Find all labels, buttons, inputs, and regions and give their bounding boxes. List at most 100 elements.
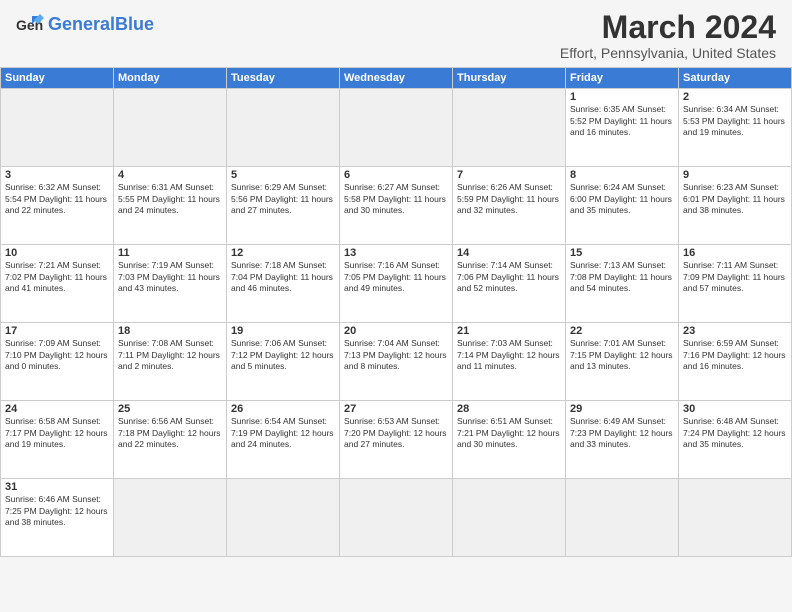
day-cell: 7Sunrise: 6:26 AM Sunset: 5:59 PM Daylig… [453,167,566,245]
logo-icon: Gen [16,10,44,38]
day-info: Sunrise: 7:11 AM Sunset: 7:09 PM Dayligh… [683,260,787,294]
day-cell [679,479,792,557]
day-info: Sunrise: 7:13 AM Sunset: 7:08 PM Dayligh… [570,260,674,294]
day-cell: 26Sunrise: 6:54 AM Sunset: 7:19 PM Dayli… [227,401,340,479]
weekday-header-row: SundayMondayTuesdayWednesdayThursdayFrid… [1,68,792,89]
day-number: 27 [344,403,448,415]
day-cell: 2Sunrise: 6:34 AM Sunset: 5:53 PM Daylig… [679,89,792,167]
day-cell: 29Sunrise: 6:49 AM Sunset: 7:23 PM Dayli… [566,401,679,479]
day-cell: 23Sunrise: 6:59 AM Sunset: 7:16 PM Dayli… [679,323,792,401]
weekday-thursday: Thursday [453,68,566,89]
day-info: Sunrise: 7:03 AM Sunset: 7:14 PM Dayligh… [457,338,561,372]
day-number: 14 [457,247,561,259]
day-info: Sunrise: 7:19 AM Sunset: 7:03 PM Dayligh… [118,260,222,294]
day-number: 30 [683,403,787,415]
day-number: 13 [344,247,448,259]
day-cell: 6Sunrise: 6:27 AM Sunset: 5:58 PM Daylig… [340,167,453,245]
day-number: 19 [231,325,335,337]
day-cell: 28Sunrise: 6:51 AM Sunset: 7:21 PM Dayli… [453,401,566,479]
day-info: Sunrise: 6:54 AM Sunset: 7:19 PM Dayligh… [231,416,335,450]
logo-blue: Blue [115,14,154,34]
day-number: 7 [457,169,561,181]
day-number: 31 [5,481,109,493]
day-info: Sunrise: 6:58 AM Sunset: 7:17 PM Dayligh… [5,416,109,450]
day-info: Sunrise: 6:34 AM Sunset: 5:53 PM Dayligh… [683,104,787,138]
day-cell: 8Sunrise: 6:24 AM Sunset: 6:00 PM Daylig… [566,167,679,245]
weekday-saturday: Saturday [679,68,792,89]
day-info: Sunrise: 7:14 AM Sunset: 7:06 PM Dayligh… [457,260,561,294]
day-info: Sunrise: 6:48 AM Sunset: 7:24 PM Dayligh… [683,416,787,450]
day-number: 6 [344,169,448,181]
day-number: 20 [344,325,448,337]
day-info: Sunrise: 6:24 AM Sunset: 6:00 PM Dayligh… [570,182,674,216]
weekday-friday: Friday [566,68,679,89]
day-info: Sunrise: 7:01 AM Sunset: 7:15 PM Dayligh… [570,338,674,372]
day-cell [227,89,340,167]
day-number: 9 [683,169,787,181]
day-cell: 20Sunrise: 7:04 AM Sunset: 7:13 PM Dayli… [340,323,453,401]
day-number: 18 [118,325,222,337]
day-number: 21 [457,325,561,337]
day-cell: 12Sunrise: 7:18 AM Sunset: 7:04 PM Dayli… [227,245,340,323]
day-info: Sunrise: 6:49 AM Sunset: 7:23 PM Dayligh… [570,416,674,450]
title-area: March 2024 Effort, Pennsylvania, United … [560,10,776,61]
day-cell: 18Sunrise: 7:08 AM Sunset: 7:11 PM Dayli… [114,323,227,401]
day-number: 24 [5,403,109,415]
day-cell: 21Sunrise: 7:03 AM Sunset: 7:14 PM Dayli… [453,323,566,401]
day-info: Sunrise: 6:56 AM Sunset: 7:18 PM Dayligh… [118,416,222,450]
day-number: 23 [683,325,787,337]
day-cell [114,89,227,167]
day-info: Sunrise: 7:04 AM Sunset: 7:13 PM Dayligh… [344,338,448,372]
day-info: Sunrise: 6:23 AM Sunset: 6:01 PM Dayligh… [683,182,787,216]
day-cell [227,479,340,557]
header: Gen GeneralBlue March 2024 Effort, Penns… [0,0,792,67]
day-info: Sunrise: 7:06 AM Sunset: 7:12 PM Dayligh… [231,338,335,372]
day-info: Sunrise: 6:59 AM Sunset: 7:16 PM Dayligh… [683,338,787,372]
day-info: Sunrise: 6:27 AM Sunset: 5:58 PM Dayligh… [344,182,448,216]
day-info: Sunrise: 6:32 AM Sunset: 5:54 PM Dayligh… [5,182,109,216]
day-cell [114,479,227,557]
day-cell: 10Sunrise: 7:21 AM Sunset: 7:02 PM Dayli… [1,245,114,323]
day-info: Sunrise: 6:51 AM Sunset: 7:21 PM Dayligh… [457,416,561,450]
day-cell: 11Sunrise: 7:19 AM Sunset: 7:03 PM Dayli… [114,245,227,323]
day-info: Sunrise: 7:08 AM Sunset: 7:11 PM Dayligh… [118,338,222,372]
week-row-5: 24Sunrise: 6:58 AM Sunset: 7:17 PM Dayli… [1,401,792,479]
day-number: 10 [5,247,109,259]
day-cell: 24Sunrise: 6:58 AM Sunset: 7:17 PM Dayli… [1,401,114,479]
day-cell: 4Sunrise: 6:31 AM Sunset: 5:55 PM Daylig… [114,167,227,245]
week-row-2: 3Sunrise: 6:32 AM Sunset: 5:54 PM Daylig… [1,167,792,245]
day-cell: 13Sunrise: 7:16 AM Sunset: 7:05 PM Dayli… [340,245,453,323]
week-row-6: 31Sunrise: 6:46 AM Sunset: 7:25 PM Dayli… [1,479,792,557]
day-cell [566,479,679,557]
day-info: Sunrise: 6:46 AM Sunset: 7:25 PM Dayligh… [5,494,109,528]
day-info: Sunrise: 7:18 AM Sunset: 7:04 PM Dayligh… [231,260,335,294]
day-number: 15 [570,247,674,259]
day-info: Sunrise: 6:29 AM Sunset: 5:56 PM Dayligh… [231,182,335,216]
day-cell: 9Sunrise: 6:23 AM Sunset: 6:01 PM Daylig… [679,167,792,245]
day-info: Sunrise: 7:09 AM Sunset: 7:10 PM Dayligh… [5,338,109,372]
weekday-tuesday: Tuesday [227,68,340,89]
day-number: 16 [683,247,787,259]
weekday-monday: Monday [114,68,227,89]
day-number: 22 [570,325,674,337]
day-number: 2 [683,91,787,103]
day-cell: 19Sunrise: 7:06 AM Sunset: 7:12 PM Dayli… [227,323,340,401]
day-info: Sunrise: 6:53 AM Sunset: 7:20 PM Dayligh… [344,416,448,450]
week-row-4: 17Sunrise: 7:09 AM Sunset: 7:10 PM Dayli… [1,323,792,401]
calendar-table: SundayMondayTuesdayWednesdayThursdayFrid… [0,67,792,557]
calendar-page: Gen GeneralBlue March 2024 Effort, Penns… [0,0,792,612]
day-cell: 17Sunrise: 7:09 AM Sunset: 7:10 PM Dayli… [1,323,114,401]
day-cell: 3Sunrise: 6:32 AM Sunset: 5:54 PM Daylig… [1,167,114,245]
day-cell [340,89,453,167]
day-cell: 27Sunrise: 6:53 AM Sunset: 7:20 PM Dayli… [340,401,453,479]
day-cell: 1Sunrise: 6:35 AM Sunset: 5:52 PM Daylig… [566,89,679,167]
week-row-3: 10Sunrise: 7:21 AM Sunset: 7:02 PM Dayli… [1,245,792,323]
day-cell: 14Sunrise: 7:14 AM Sunset: 7:06 PM Dayli… [453,245,566,323]
day-number: 8 [570,169,674,181]
day-info: Sunrise: 7:16 AM Sunset: 7:05 PM Dayligh… [344,260,448,294]
day-number: 4 [118,169,222,181]
day-info: Sunrise: 6:31 AM Sunset: 5:55 PM Dayligh… [118,182,222,216]
logo-general: General [48,14,115,34]
day-number: 26 [231,403,335,415]
day-info: Sunrise: 6:35 AM Sunset: 5:52 PM Dayligh… [570,104,674,138]
